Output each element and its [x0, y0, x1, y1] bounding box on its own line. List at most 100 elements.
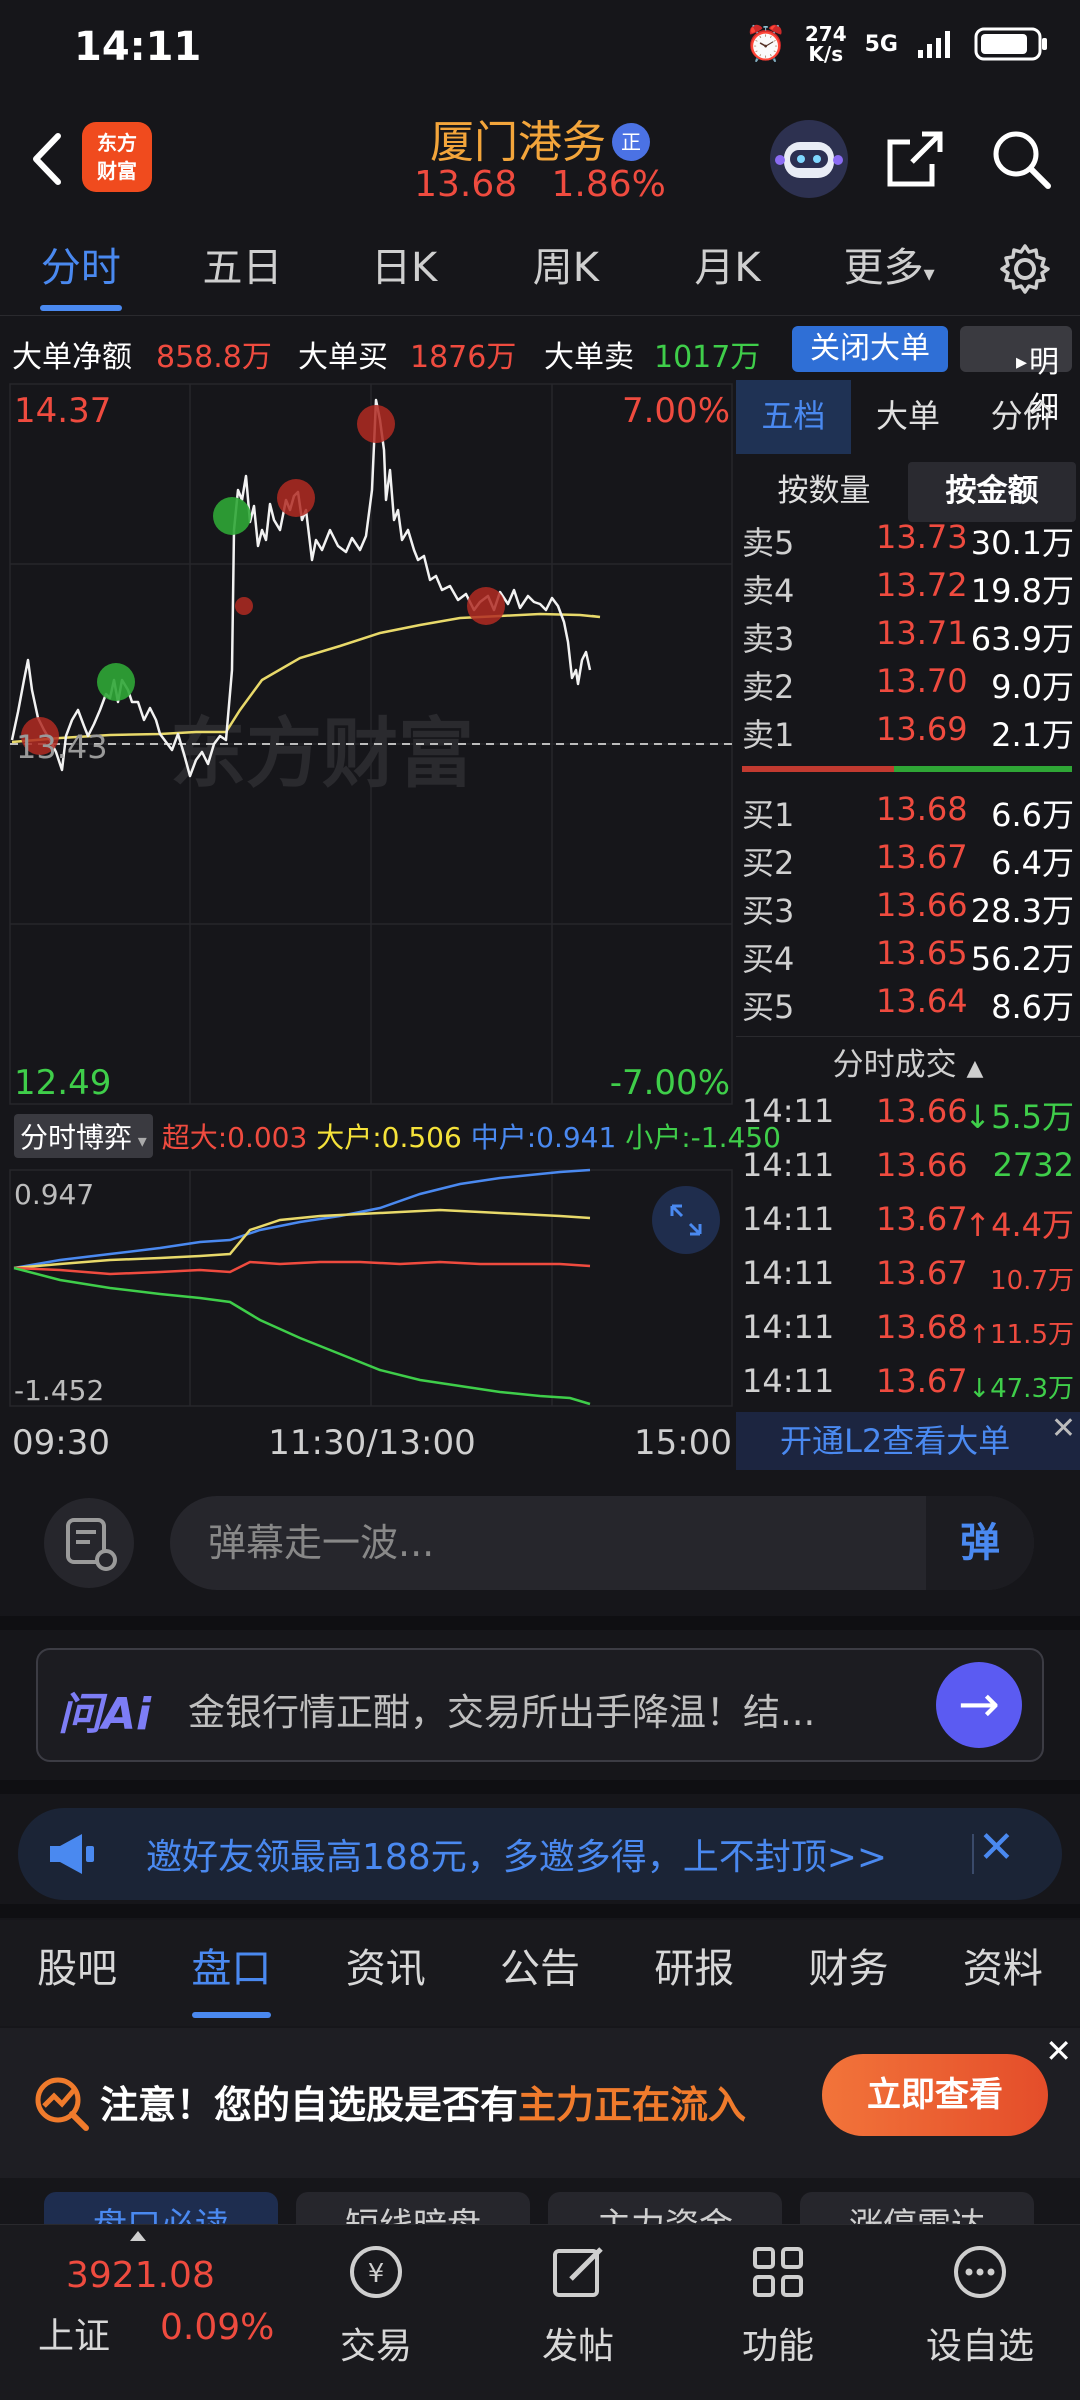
tab-more[interactable]: 更多▾: [808, 224, 970, 315]
net-speed: 274 K/s: [805, 24, 847, 64]
chip[interactable]: 涨停雷达: [800, 2192, 1034, 2224]
tick-time: 14:11: [742, 1146, 835, 1184]
level-volume: 2.1万: [991, 716, 1074, 754]
level-volume: 30.1万: [970, 524, 1074, 562]
expand-button[interactable]: [652, 1186, 720, 1254]
sell-row[interactable]: 卖1 13.69 2.1万: [736, 710, 1080, 758]
buy-row[interactable]: 买1 13.68 6.6万: [736, 790, 1080, 838]
sell-row[interactable]: 卖3 13.71 63.9万: [736, 614, 1080, 662]
view-now-button[interactable]: 立即查看: [822, 2054, 1048, 2136]
sell-row[interactable]: 卖2 13.70 9.0万: [736, 662, 1080, 710]
index-value: 3921.08: [66, 2255, 215, 2296]
chip[interactable]: 主力资金: [548, 2192, 782, 2224]
buy-row[interactable]: 买3 13.66 28.3万: [736, 886, 1080, 934]
tab-finance[interactable]: 财务: [771, 1920, 925, 2026]
tab-announcements[interactable]: 公告: [463, 1920, 617, 2026]
separator: [0, 1780, 1080, 1794]
legend-superlarge: 超大:0.003: [162, 1121, 308, 1154]
time-label-close: 15:00: [634, 1423, 732, 1463]
sub-max-label: 0.947: [14, 1178, 94, 1211]
tab-big-orders[interactable]: 大单: [851, 380, 966, 454]
tab-weekly-k[interactable]: 周K: [485, 224, 647, 315]
tick-time: 14:11: [742, 1200, 835, 1238]
chart-watermark: 东方财富: [170, 709, 474, 798]
tab-monthly-k[interactable]: 月K: [647, 224, 809, 315]
nav-label: 功能: [741, 2326, 814, 2367]
nav-add-watchlist[interactable]: 设自选: [910, 2239, 1050, 2369]
share-icon[interactable]: [882, 126, 948, 192]
dropdown-caret-icon: ▾: [923, 262, 935, 287]
close-big-order-button[interactable]: 关闭大单: [792, 326, 948, 372]
nav-post[interactable]: 发帖: [508, 2239, 648, 2369]
capital-inflow-alert[interactable]: ✕ 注意！您的自选股是否有主力正在流入 立即查看: [0, 2028, 1080, 2178]
close-icon[interactable]: ✕: [978, 1822, 1015, 1873]
divider: [972, 1834, 974, 1874]
by-amount-button[interactable]: 按金额: [908, 462, 1076, 522]
settings-gear-icon[interactable]: [970, 224, 1080, 315]
stock-change-pct: 1.86%: [551, 164, 666, 205]
separator: [0, 1616, 1080, 1630]
tab-pankou[interactable]: 盘口: [154, 1920, 308, 2026]
danmu-settings-icon[interactable]: [44, 1498, 134, 1588]
index-ticker[interactable]: 3921.08 上证 0.09%: [0, 2225, 300, 2400]
sell-row[interactable]: 卖4 13.72 19.8万: [736, 566, 1080, 614]
buy-label: 大单买: [298, 340, 388, 375]
danmu-input[interactable]: 弹幕走一波...: [170, 1496, 1034, 1590]
buy-row[interactable]: 买5 13.64 8.6万: [736, 982, 1080, 1030]
tab-news[interactable]: 资讯: [309, 1920, 463, 2026]
nav-label: 设自选: [925, 2326, 1034, 2367]
level-label: 买2: [742, 844, 795, 882]
tab-price-dist[interactable]: 分价: [965, 380, 1080, 454]
ticks-title[interactable]: 分时成交 ▲: [736, 1040, 1080, 1094]
net-label: 大单净额: [12, 340, 132, 375]
close-icon[interactable]: ✕: [1045, 2032, 1072, 2070]
divider: [736, 1036, 1080, 1037]
level-price: 13.64: [876, 982, 968, 1020]
nav-functions[interactable]: 功能: [708, 2239, 848, 2369]
tick-volume: 10.7万: [990, 1266, 1074, 1296]
separator: [0, 1904, 1080, 1918]
bottom-nav: 3921.08 上证 0.09% ¥ 交易 发帖 功能 设自选: [0, 2224, 1080, 2400]
tick-price: 13.66: [876, 1146, 968, 1184]
level-price: 13.66: [876, 886, 968, 924]
tick-volume: ↓5.5万: [964, 1098, 1074, 1136]
search-icon[interactable]: [988, 126, 1054, 192]
tab-guba[interactable]: 股吧: [0, 1920, 154, 2026]
legend-label: 中户:: [470, 1121, 537, 1154]
tab-research[interactable]: 研报: [617, 1920, 771, 2026]
chip[interactable]: 盘口必读: [44, 2192, 278, 2224]
stock-price: 13.68: [414, 164, 518, 205]
buy-row[interactable]: 买4 13.65 56.2万: [736, 934, 1080, 982]
l2-upgrade-link[interactable]: 开通L2查看大单 ✕: [736, 1411, 1080, 1470]
by-quantity-button[interactable]: 按数量: [740, 462, 908, 522]
danmu-send-button[interactable]: 弹: [926, 1496, 1034, 1590]
ai-robot-icon[interactable]: [770, 120, 848, 198]
tab-five-levels[interactable]: 五档: [736, 380, 851, 454]
sub-selector[interactable]: 分时博弈 ▾: [14, 1114, 153, 1158]
close-icon[interactable]: ✕: [1051, 1400, 1076, 1458]
invite-text: 邀好友领最高188元，多邀多得，上不封顶>>: [146, 1837, 888, 1878]
price-high-label: 14.37: [14, 391, 111, 431]
invite-banner[interactable]: 邀好友领最高188元，多邀多得，上不封顶>> ✕: [18, 1808, 1062, 1900]
nav-trade[interactable]: ¥ 交易: [306, 2239, 446, 2369]
detail-button[interactable]: 明细 ▸: [960, 326, 1072, 426]
arrow-right-icon[interactable]: →: [936, 1662, 1022, 1748]
signal-icon: [918, 31, 950, 58]
sell-row[interactable]: 卖5 13.73 30.1万: [736, 518, 1080, 566]
level-volume: 63.9万: [970, 620, 1074, 658]
level-label: 卖4: [742, 572, 795, 610]
net-value: 858.8万: [156, 340, 272, 375]
legend-label: 大户:: [316, 1121, 382, 1154]
tab-profile[interactable]: 资料: [926, 1920, 1080, 2026]
buy-row[interactable]: 买2 13.67 6.4万: [736, 838, 1080, 886]
ai-question-box[interactable]: 问Ai 金银行情正酣，交易所出手降温！结... →: [36, 1648, 1044, 1762]
level-volume: 56.2万: [970, 940, 1074, 978]
tab-5day[interactable]: 五日: [162, 224, 324, 315]
caret-up-icon: [130, 2231, 146, 2241]
level-price: 13.68: [876, 790, 968, 828]
chip[interactable]: 短线暗盘: [296, 2192, 530, 2224]
tab-daily-k[interactable]: 日K: [323, 224, 485, 315]
intraday-chart[interactable]: 东方财富 14.37 7.00% 13.43 12.49 -7.00% 0.94…: [0, 380, 781, 1470]
tab-intraday[interactable]: 分时: [0, 224, 162, 315]
tick-row: 14:11 13.67 ↓47.3万: [736, 1362, 1080, 1416]
